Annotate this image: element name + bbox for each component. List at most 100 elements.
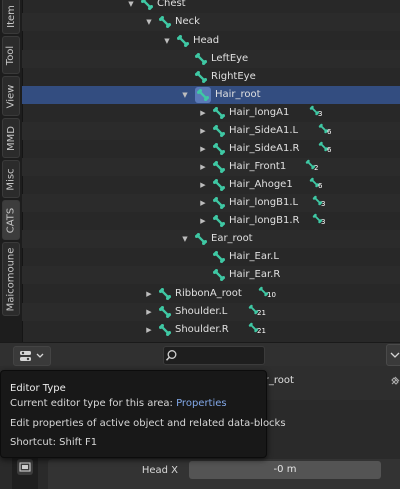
tab-misc[interactable]: Misc [2, 160, 20, 198]
expand-arrow-right-icon[interactable]: ▶ [198, 140, 208, 158]
bone-name-label: Hair_Ear.L [229, 251, 279, 262]
bone-icon [194, 232, 208, 246]
expand-arrow-down-icon[interactable]: ▼ [180, 230, 190, 248]
editor-type-icon [20, 351, 44, 361]
tab-maicomoune[interactable]: Maicomoune [2, 242, 20, 316]
outliner-row[interactable]: ▶ Shoulder.L 21 [22, 303, 400, 321]
tooltip-current-type: Current editor type for this area: Prope… [10, 398, 227, 409]
child-count-badge: 6 [327, 146, 332, 154]
bone-name-label: Hair_Ahoge1 [229, 179, 293, 190]
bone-name-label: Hair_longA1 [229, 107, 290, 118]
expand-arrow-right-icon[interactable]: ▶ [144, 303, 154, 321]
outliner-row[interactable]: ▶ Hair_SideA1.L 6 [22, 122, 400, 140]
bone-icon [212, 106, 226, 120]
bone-name-label: RightEye [211, 71, 256, 82]
properties-header [0, 342, 400, 367]
bone-icon [212, 268, 226, 282]
outliner-row[interactable]: ▼ Ear_root [22, 230, 400, 248]
bone-icon [196, 88, 210, 102]
tooltip-title: Editor Type [10, 383, 66, 394]
bone-icon [140, 0, 154, 11]
expand-arrow-right-icon[interactable]: ▶ [198, 158, 208, 176]
tab-tool-label: Tool [5, 45, 17, 65]
tooltip-current-type-value: Properties [176, 398, 227, 409]
editor-type-button[interactable] [13, 346, 51, 366]
tab-cats[interactable]: CATS [2, 200, 20, 240]
bone-icon [158, 305, 172, 319]
bone-icon [158, 15, 172, 29]
expand-arrow-down-icon[interactable]: ▼ [144, 13, 154, 31]
expand-arrow-down-icon[interactable]: ▼ [180, 86, 190, 104]
expand-arrow-right-icon[interactable]: ▶ [144, 285, 154, 303]
display-mode-dropdown[interactable] [386, 344, 400, 366]
outliner-row[interactable]: LeftEye [22, 50, 400, 68]
bone-name-label: Chest [157, 0, 186, 9]
expand-arrow-down-icon[interactable]: ▼ [162, 32, 172, 50]
child-count-badge: 2 [314, 164, 319, 172]
bone-icon [212, 178, 226, 192]
bone-icon [194, 70, 208, 84]
editor-type-tooltip: Editor Type Current editor type for this… [0, 370, 286, 458]
outliner-row[interactable]: ▼ Head [22, 32, 400, 50]
bone-name-label: Head [193, 35, 220, 46]
outliner-row[interactable]: ▶ Shoulder.R 21 [22, 321, 400, 339]
pin-icon[interactable] [388, 374, 400, 388]
bone-name-label: Hair_longB1.R [229, 215, 300, 226]
outliner-row[interactable]: ▼ Neck [22, 13, 400, 31]
tab-cats-label: CATS [5, 207, 17, 233]
outliner-row[interactable]: ▶ Hair_longA1 3 [22, 104, 400, 122]
bone-name-label: Ear_root [211, 233, 253, 244]
bone-icon [212, 160, 226, 174]
outliner-row[interactable]: RightEye [22, 68, 400, 86]
expand-arrow-right-icon[interactable]: ▶ [198, 122, 208, 140]
expand-arrow-right-icon[interactable]: ▶ [198, 176, 208, 194]
outliner-row[interactable]: Hair_Ear.L [22, 248, 400, 266]
child-count-badge: 3 [321, 218, 326, 226]
tab-maicomoune-label: Maicomoune [5, 247, 17, 311]
bone-name-label: Shoulder.L [175, 306, 228, 317]
tab-mmd[interactable]: MMD [2, 118, 20, 158]
tooltip-current-type-prefix: Current editor type for this area: [10, 398, 173, 409]
outliner-row[interactable]: ▶ Hair_Front1 2 [22, 158, 400, 176]
tooltip-shortcut: Shortcut: Shift F1 [10, 437, 98, 448]
bone-icon [194, 52, 208, 66]
tab-tool[interactable]: Tool [2, 36, 20, 74]
head-x-field[interactable]: -0 m [189, 461, 381, 479]
search-input[interactable] [163, 346, 265, 365]
expand-arrow-right-icon[interactable]: ▶ [198, 104, 208, 122]
expand-arrow-right-icon[interactable]: ▶ [198, 212, 208, 230]
tab-view[interactable]: View [2, 76, 20, 116]
bone-icon [212, 142, 226, 156]
bone-name-label: Shoulder.R [175, 324, 229, 335]
outliner-row[interactable]: ▼ Hair_root [22, 86, 400, 104]
bone-icon [212, 250, 226, 264]
bone-name-label: Hair_SideA1.R [229, 143, 300, 154]
transform-panel: Head X -0 m [48, 459, 400, 489]
child-count-badge: 21 [257, 327, 266, 335]
outliner-row[interactable]: ▶ RibbonA_root 10 [22, 285, 400, 303]
expand-arrow-right-icon[interactable]: ▶ [198, 194, 208, 212]
search-icon [165, 350, 177, 361]
outliner-row[interactable]: Hair_Ear.R [22, 266, 400, 284]
bone-name-label: RibbonA_root [175, 288, 242, 299]
bone-icon [158, 287, 172, 301]
outliner-row[interactable]: ▶ Hair_longB1.R 3 [22, 212, 400, 230]
outliner-row[interactable]: ▼ Chest [22, 0, 400, 13]
image-icon [19, 462, 31, 472]
child-count-badge: 10 [267, 291, 276, 299]
properties-tab-bar [12, 453, 38, 489]
tab-bone-properties[interactable] [17, 459, 33, 475]
bone-name-label: Hair_Ear.R [229, 269, 281, 280]
outliner-row[interactable]: ▶ Hair_SideA1.R 6 [22, 140, 400, 158]
tab-mmd-label: MMD [5, 125, 17, 151]
expand-arrow-down-icon[interactable]: ▼ [126, 0, 136, 13]
bone-name-label: Hair_SideA1.L [229, 125, 299, 136]
outliner-tree: ▼ Chest ▼ Neck ▼ Head LeftEye RightEye ▼ Hair_roo… [22, 0, 400, 342]
outliner-row[interactable]: ▶ Hair_longB1.L 3 [22, 194, 400, 212]
child-count-badge: 3 [318, 110, 323, 118]
expand-arrow-right-icon[interactable]: ▶ [144, 321, 154, 339]
tab-item[interactable]: Item [2, 0, 20, 34]
tooltip-description: Edit properties of active object and rel… [10, 418, 286, 429]
bone-icon [158, 323, 172, 337]
outliner-row[interactable]: ▶ Hair_Ahoge1 6 [22, 176, 400, 194]
